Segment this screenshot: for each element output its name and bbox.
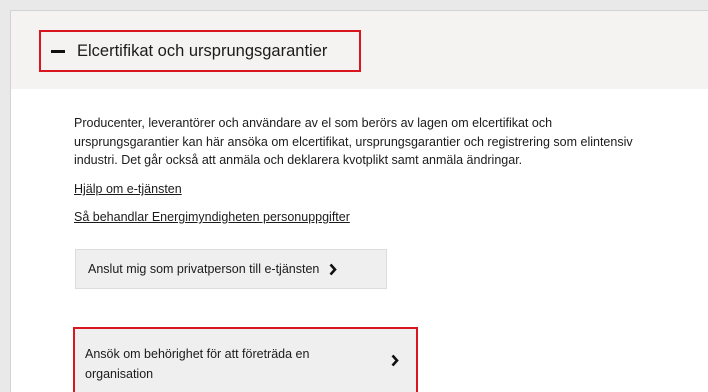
chevron-right-icon — [329, 263, 338, 275]
accordion-toggle-button[interactable]: Elcertifikat och ursprungsgarantier — [39, 30, 361, 72]
intro-line: industri. Det går också att anmäla och d… — [74, 153, 523, 167]
minus-icon — [51, 49, 65, 53]
connect-private-person-label: Anslut mig som privatperson till e-tjäns… — [88, 262, 320, 276]
accordion-header: Elcertifikat och ursprungsgarantier — [11, 11, 708, 89]
connect-private-person-button[interactable]: Anslut mig som privatperson till e-tjäns… — [75, 249, 387, 289]
accordion-title: Elcertifikat och ursprungsgarantier — [77, 41, 328, 60]
apply-organisation-authority-label: Ansök om behörighet för att företräda en… — [85, 346, 310, 381]
intro-line: ursprungsgarantier kan här ansöka om elc… — [74, 134, 633, 149]
intro-line: Producenter, leverantörer och användare … — [74, 116, 553, 130]
eservice-panel: Elcertifikat och ursprungsgarantier Prod… — [10, 10, 708, 392]
privacy-link[interactable]: Så behandlar Energimyndigheten personupp… — [74, 210, 350, 224]
chevron-right-icon — [391, 354, 399, 367]
apply-organisation-authority-button[interactable]: Ansök om behörighet för att företräda en… — [75, 329, 416, 392]
intro-text: Producenter, leverantörer och användare … — [74, 114, 708, 170]
help-link[interactable]: Hjälp om e-tjänsten — [74, 182, 182, 196]
